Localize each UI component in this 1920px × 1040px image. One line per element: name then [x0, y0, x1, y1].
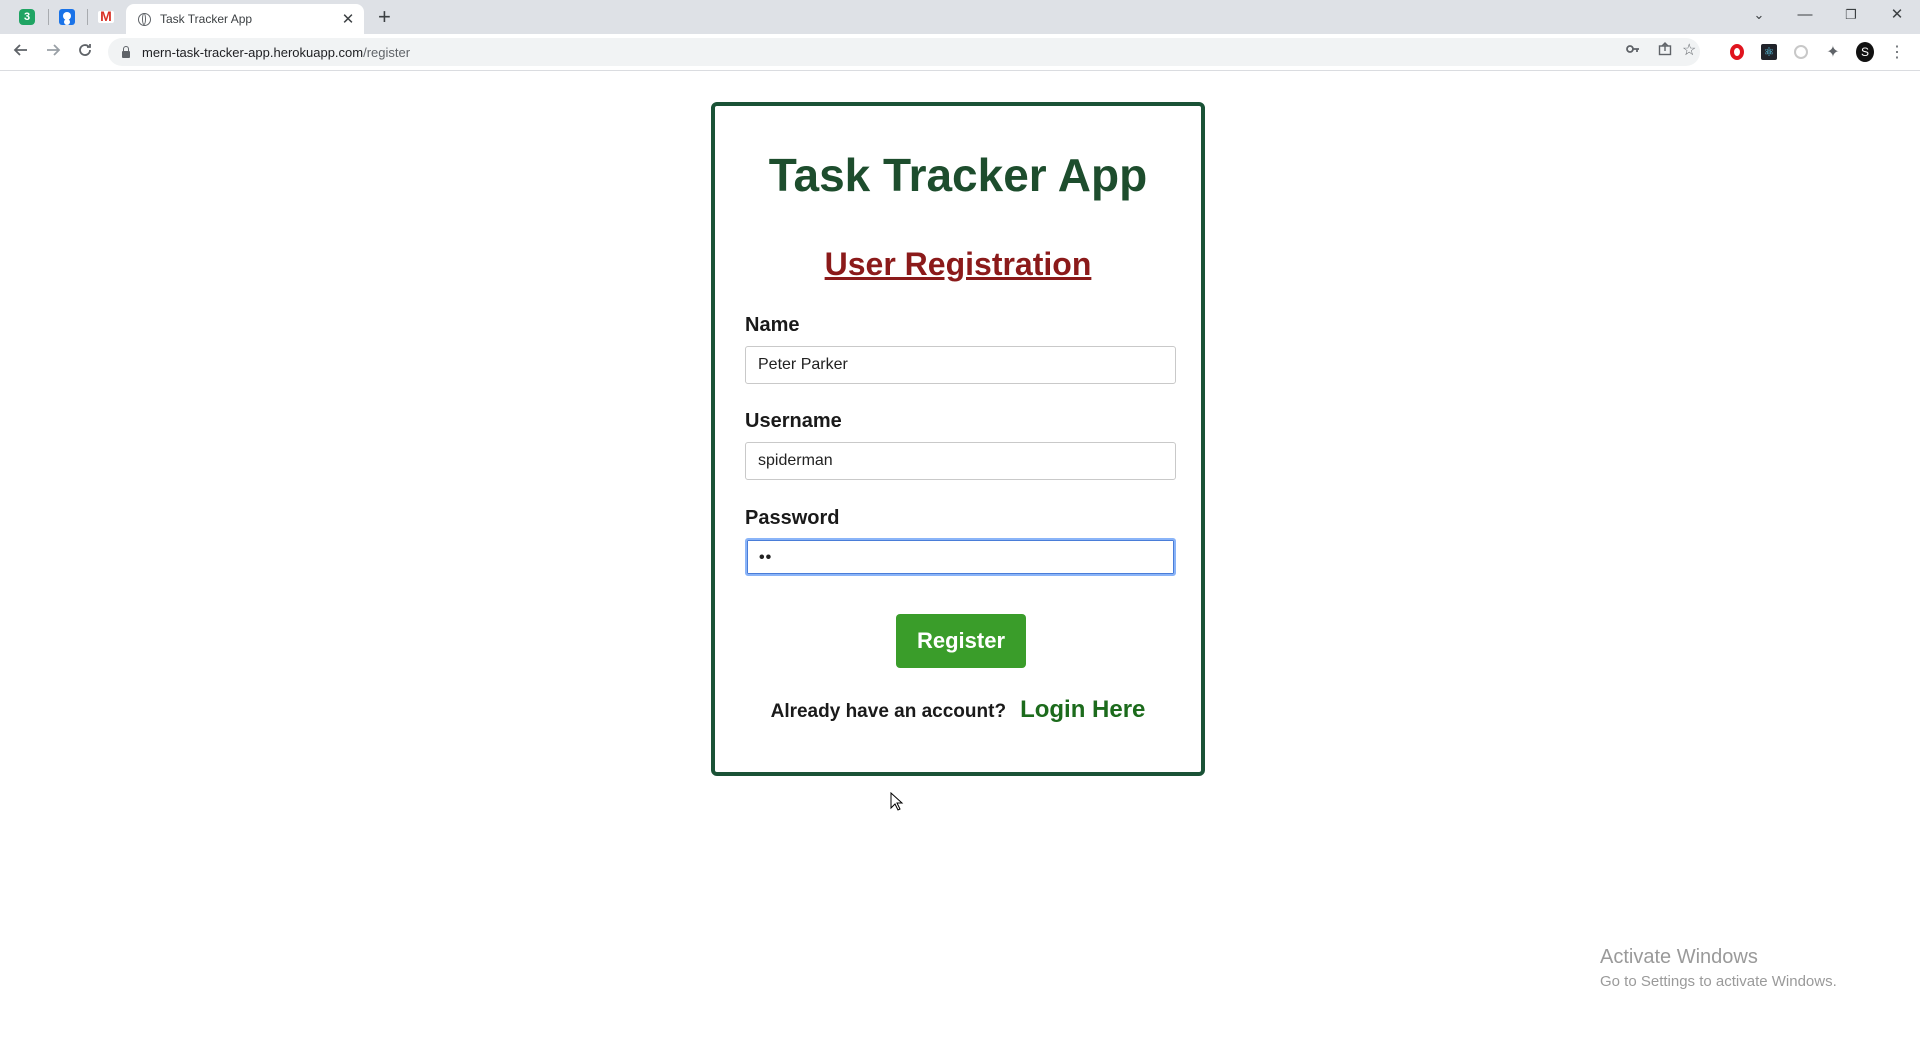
back-button[interactable]: [8, 39, 34, 65]
username-label: Username: [745, 410, 842, 432]
login-prompt: Already have an account?: [770, 701, 1007, 722]
browser-menu-icon[interactable]: ⋮: [1888, 43, 1906, 61]
registration-card: Task Tracker App User Registration Name …: [711, 102, 1205, 776]
close-tab-icon[interactable]: ✕: [338, 10, 358, 28]
gmail-icon: [98, 8, 114, 24]
forward-button[interactable]: [40, 39, 66, 65]
browser-toolbar: mern-task-tracker-app.herokuapp.com/regi…: [0, 34, 1920, 71]
profile-avatar[interactable]: S: [1856, 42, 1874, 62]
new-tab-button[interactable]: +: [378, 4, 391, 30]
back-arrow-icon: [13, 44, 27, 56]
contacts-icon: [59, 9, 75, 25]
pinned-tab-sheets[interactable]: 3: [8, 0, 46, 34]
pinned-tab-contacts[interactable]: [48, 0, 86, 34]
tab-task-tracker[interactable]: Task Tracker App ✕: [126, 4, 364, 34]
reload-button[interactable]: [72, 39, 98, 65]
name-label: Name: [745, 314, 800, 336]
activation-title: Activate Windows: [1600, 946, 1758, 968]
username-input[interactable]: spiderman: [745, 442, 1176, 480]
share-icon[interactable]: [1658, 42, 1672, 59]
password-key-icon[interactable]: [1626, 42, 1640, 59]
reload-icon: [79, 44, 91, 56]
sheets-icon: 3: [19, 9, 35, 25]
tab-search-button[interactable]: ⌄: [1736, 0, 1782, 30]
url-text: mern-task-tracker-app.herokuapp.com/regi…: [142, 44, 411, 60]
bookmark-star-icon[interactable]: ☆: [1682, 40, 1696, 60]
extension-icon[interactable]: [1792, 43, 1810, 61]
login-row: Already have an account? Login Here: [715, 696, 1201, 724]
name-input[interactable]: Peter Parker: [745, 346, 1176, 384]
pinned-tab-gmail[interactable]: [87, 0, 125, 34]
browser-tab-strip: 3 Task Tracker App ✕ + ⌄ — ❐ ✕: [0, 0, 1920, 34]
password-input[interactable]: ••: [745, 538, 1176, 576]
restore-button[interactable]: ❐: [1828, 0, 1874, 30]
globe-icon: [138, 12, 151, 26]
opera-extension-icon[interactable]: [1728, 43, 1746, 61]
forward-arrow-icon: [47, 44, 61, 56]
minimize-button[interactable]: —: [1782, 0, 1828, 30]
form-title: User Registration: [824, 246, 1092, 282]
extensions-puzzle-icon[interactable]: ✦: [1824, 43, 1842, 61]
password-label: Password: [745, 507, 840, 529]
activation-hint: Go to Settings to activate Windows.: [1600, 973, 1837, 990]
app-title: Task Tracker App: [768, 149, 1148, 201]
close-window-button[interactable]: ✕: [1874, 0, 1920, 30]
login-link[interactable]: Login Here: [1020, 696, 1145, 724]
address-bar[interactable]: mern-task-tracker-app.herokuapp.com/regi…: [108, 38, 1700, 66]
password-mask: ••: [759, 549, 773, 566]
lock-icon: [122, 45, 130, 58]
react-devtools-extension-icon[interactable]: ⚛: [1760, 43, 1778, 61]
windows-activation-watermark: Activate Windows Go to Settings to activ…: [1600, 946, 1837, 990]
tab-title: Task Tracker App: [160, 12, 253, 26]
register-button[interactable]: Register: [896, 614, 1026, 668]
